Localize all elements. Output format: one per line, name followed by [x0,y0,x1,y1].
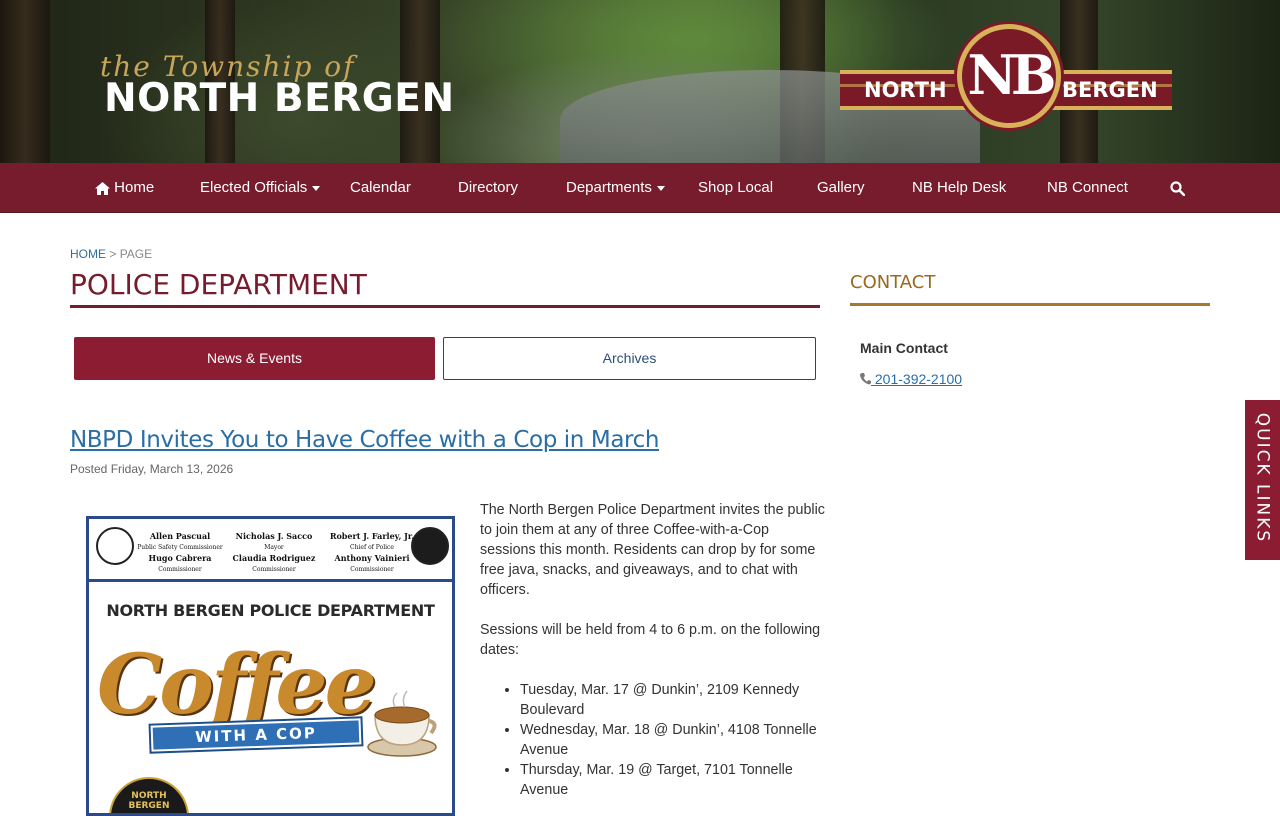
flyer-name: Allen Pascual [149,531,211,541]
nav-help-desk-label: NB Help Desk [912,179,1007,196]
caret-down-icon [656,185,665,191]
article-paragraph: Sessions will be held from 4 to 6 p.m. o… [480,622,821,658]
flyer-heading: NORTH BERGEN POLICE DEPARTMENT [106,601,435,620]
coffee-with-a-cop-flyer[interactable]: Allen Pascual Public Safety Commissioner… [86,516,455,816]
flyer-name: Anthony Vainieri [334,553,410,563]
tree-trunk [0,0,50,163]
flyer-officials-col-1: Allen Pascual Public Safety Commissioner… [137,531,223,575]
nav-elected-officials-label: Elected Officials [200,179,308,196]
nav-connect-label: NB Connect [1047,179,1128,196]
logo-word-right: BERGEN [1062,78,1158,102]
article-title-link[interactable]: NBPD Invites You to Have Coffee with a C… [70,427,659,453]
logo-word-left: NORTH [864,78,947,102]
flyer-role: Public Safety Commissioner [137,544,223,551]
flyer-officials-header: Allen Pascual Public Safety Commissioner… [89,519,452,582]
article-posted-date: Posted Friday, March 13, 2026 [70,462,234,476]
main-contact-label: Main Contact [860,340,948,356]
quick-links-label: QUICK LINKS [1252,412,1273,544]
session-dates-list: Tuesday, Mar. 17 @ Dunkin’, 2109 Kennedy… [520,680,825,800]
nav-shop-local-label: Shop Local [698,179,774,196]
north-bergen-police-badge: NORTH BERGEN [109,777,189,813]
list-item: Thursday, Mar. 19 @ Target, 7101 Tonnell… [520,760,825,800]
police-badge-icon [411,527,449,565]
township-seal-icon [96,527,134,565]
flyer-name: Hugo Cabrera [148,553,212,563]
flyer-role: Commissioner [252,566,296,573]
logo-monogram: NB [967,43,1056,107]
search-button[interactable] [1170,163,1186,213]
breadcrumb-separator: > [106,247,120,261]
logo-circle: NB [957,24,1061,128]
flyer-role: Commissioner [158,566,202,573]
nav-elected-officials[interactable]: Elected Officials [200,163,321,213]
nav-home[interactable]: Home [95,163,154,213]
flyer-badge-text: NORTH BERGEN [128,791,170,811]
nav-gallery-label: Gallery [817,179,865,196]
list-item: Wednesday, Mar. 18 @ Dunkin’, 4108 Tonne… [520,720,825,760]
contact-divider [850,303,1210,306]
flyer-name: Nicholas J. Sacco [235,531,313,541]
nav-departments[interactable]: Departments [566,163,665,213]
flyer-name: Robert J. Farley, Jr. [329,531,415,541]
nav-departments-label: Departments [566,179,652,196]
coffee-cup-icon [367,690,437,757]
search-icon [1170,180,1186,196]
tab-archives[interactable]: Archives [443,337,816,380]
quick-links-tab[interactable]: QUICK LINKS [1245,400,1280,560]
article-body: The North Bergen Police Department invit… [480,500,825,800]
township-seal-logo: NORTH BERGEN NB [840,22,1172,132]
nav-directory[interactable]: Directory [458,163,518,213]
nav-help-desk[interactable]: NB Help Desk [912,163,1006,213]
breadcrumb: HOME > PAGE [70,247,152,261]
brand-title: NORTH BERGEN [104,76,455,121]
page-title: POLICE DEPARTMENT [70,268,367,301]
contact-phone-link[interactable]: 201-392-2100 [860,371,962,387]
flyer-officials-col-3: Robert J. Farley, Jr. Chief of Police An… [327,531,417,575]
nav-gallery[interactable]: Gallery [817,163,865,213]
flyer-name: Claudia Rodriguez [232,553,316,563]
nav-calendar-label: Calendar [350,179,411,196]
contact-phone-number: 201-392-2100 [874,371,963,387]
breadcrumb-home-link[interactable]: HOME [70,247,106,261]
caret-down-icon [312,185,321,191]
flyer-officials-col-2: Nicholas J. Sacco Mayor Claudia Rodrigue… [229,531,319,575]
home-icon [95,181,110,195]
breadcrumb-current: PAGE [119,247,153,261]
flyer-role: Chief of Police [350,544,394,551]
main-nav: Home Elected Officials Calendar Director… [0,163,1280,213]
nav-directory-label: Directory [458,179,519,196]
contact-heading: CONTACT [850,272,936,293]
flyer-role: Commissioner [350,566,394,573]
flyer-role: Mayor [264,544,284,551]
tab-news-events[interactable]: News & Events [74,337,435,380]
list-item: Tuesday, Mar. 17 @ Dunkin’, 2109 Kennedy… [520,680,825,720]
nav-connect[interactable]: NB Connect [1047,163,1128,213]
title-divider [70,305,820,308]
site-header: the Township of NORTH BERGEN NORTH BERGE… [0,0,1280,163]
nav-shop-local[interactable]: Shop Local [698,163,773,213]
nav-home-label: Home [114,179,155,196]
nav-calendar[interactable]: Calendar [350,163,411,213]
phone-icon [860,373,871,385]
article-paragraph: The North Bergen Police Department invit… [480,502,825,598]
